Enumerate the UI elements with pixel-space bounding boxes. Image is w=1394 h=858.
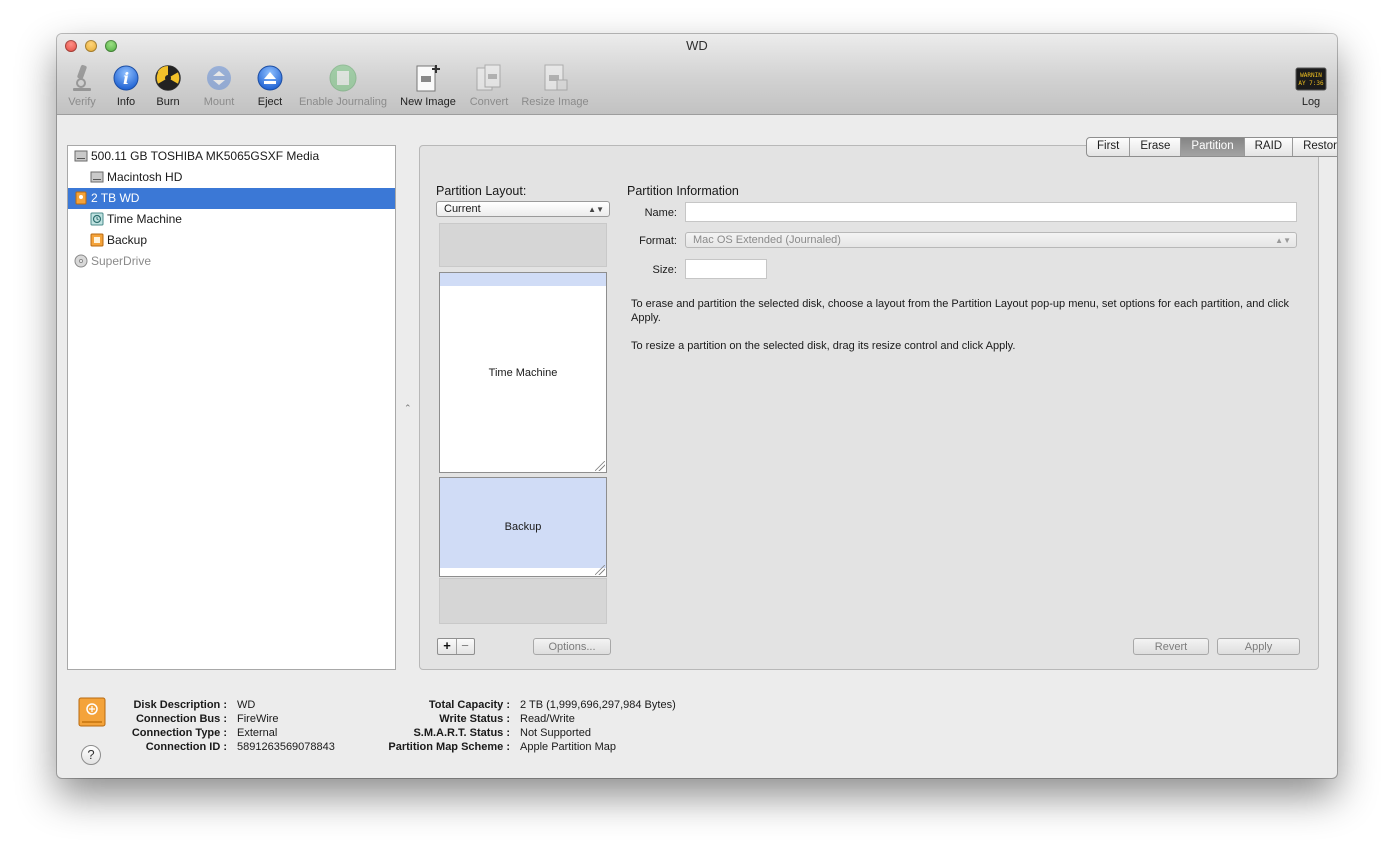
- main-area: 500.11 GB TOSHIBA MK5065GSXF Media Macin…: [57, 115, 1337, 778]
- detail-labels-left: Disk Description : Connection Bus : Conn…: [131, 699, 227, 753]
- external-disk-icon: [74, 191, 88, 205]
- time-machine-volume-icon: [90, 212, 104, 226]
- burn-icon: [152, 62, 184, 94]
- partition-time-machine[interactable]: Time Machine: [439, 272, 607, 473]
- external-disk-icon: [78, 697, 106, 727]
- disk-item-toshiba[interactable]: 500.11 GB TOSHIBA MK5065GSXF Media: [68, 146, 395, 167]
- tab-restore[interactable]: Restore: [1293, 138, 1337, 156]
- burn-button[interactable]: Burn: [152, 62, 184, 108]
- format-popup[interactable]: Mac OS Extended (Journaled) ▲▼: [685, 232, 1297, 248]
- partition-map-header-area: [439, 223, 607, 267]
- disk-utility-window: WD Verify i Info Burn Mount Eject Enable…: [57, 34, 1337, 778]
- volume-icon: [90, 170, 104, 184]
- new-image-button[interactable]: New Image: [400, 62, 456, 108]
- window-title: WD: [686, 38, 708, 53]
- partition-free-strip: [440, 568, 606, 576]
- convert-icon: [473, 62, 505, 94]
- apply-button[interactable]: Apply: [1217, 638, 1300, 655]
- convert-button[interactable]: Convert: [470, 62, 508, 108]
- svg-text:AY 7:36: AY 7:36: [1298, 80, 1324, 87]
- split-view-handle[interactable]: ⌃: [404, 403, 412, 414]
- resize-image-button[interactable]: Resize Image: [521, 62, 589, 108]
- popup-arrows-icon: ▲▼: [588, 205, 604, 214]
- titlebar-toolbar: WD Verify i Info Burn Mount Eject Enable…: [57, 34, 1337, 115]
- name-label: Name:: [644, 207, 677, 219]
- partition-selected-strip: [440, 273, 606, 286]
- external-volume-icon: [90, 233, 104, 247]
- enable-journaling-button[interactable]: Enable Journaling: [299, 62, 387, 108]
- svg-text:i: i: [123, 69, 129, 88]
- size-field[interactable]: [685, 259, 767, 279]
- partition-layout-label: Partition Layout:: [436, 184, 527, 198]
- revert-button[interactable]: Revert: [1133, 638, 1209, 655]
- optical-drive-icon: [74, 254, 88, 268]
- size-label: Size:: [652, 264, 677, 276]
- mount-icon: [203, 62, 235, 94]
- verify-button[interactable]: Verify: [66, 62, 98, 108]
- log-icon: WARNIN AY 7:36: [1295, 62, 1327, 94]
- connection-type-value: External: [237, 727, 278, 739]
- partition-help-text-2: To resize a partition on the selected di…: [631, 340, 1016, 352]
- total-capacity-value: 2 TB (1,999,696,297,984 Bytes): [520, 699, 676, 711]
- name-field[interactable]: [685, 202, 1297, 222]
- volume-item-time-machine[interactable]: Time Machine: [68, 209, 395, 230]
- resize-grip-icon[interactable]: [595, 461, 605, 471]
- tab-partition[interactable]: Partition: [1181, 138, 1245, 156]
- format-label: Format:: [639, 235, 677, 247]
- add-remove-partition-control: + −: [437, 638, 475, 655]
- volume-item-macintosh-hd[interactable]: Macintosh HD: [68, 167, 395, 188]
- svg-text:WARNIN: WARNIN: [1300, 72, 1322, 79]
- tab-raid[interactable]: RAID: [1245, 138, 1294, 156]
- connection-id-value: 5891263569078843: [237, 741, 335, 753]
- new-image-icon: [412, 62, 444, 94]
- add-partition-button[interactable]: +: [438, 639, 457, 654]
- mount-button[interactable]: Mount: [203, 62, 235, 108]
- partition-panel: First Aid Erase Partition RAID Restore P…: [419, 137, 1337, 670]
- partition-backup[interactable]: Backup: [439, 477, 607, 577]
- write-status-value: Read/Write: [520, 713, 575, 725]
- partition-layout-popup[interactable]: Current ▲▼: [436, 201, 610, 217]
- eject-icon: [254, 62, 286, 94]
- connection-bus-value: FireWire: [237, 713, 279, 725]
- smart-status-value: Not Supported: [520, 727, 591, 739]
- options-button[interactable]: Options...: [533, 638, 611, 655]
- help-button[interactable]: ?: [81, 745, 101, 765]
- info-icon: i: [110, 62, 142, 94]
- drive-item-superdrive[interactable]: SuperDrive: [68, 251, 395, 272]
- internal-disk-icon: [74, 149, 88, 163]
- tab-first-aid[interactable]: First Aid: [1087, 138, 1131, 156]
- detail-labels-right: Total Capacity : Write Status : S.M.A.R.…: [388, 699, 510, 753]
- eject-button[interactable]: Eject: [254, 62, 286, 108]
- disk-description-value: WD: [237, 699, 256, 711]
- partition-help-text-1: To erase and partition the selected disk…: [631, 298, 1289, 324]
- disk-details: ? Disk Description : Connection Bus : Co…: [57, 675, 1337, 778]
- disk-item-2tb-wd[interactable]: 2 TB WD: [68, 188, 395, 209]
- remove-partition-button[interactable]: −: [456, 639, 474, 654]
- volume-item-backup[interactable]: Backup: [68, 230, 395, 251]
- function-tabs: First Aid Erase Partition RAID Restore: [1086, 137, 1337, 157]
- partition-information-title: Partition Information: [627, 184, 739, 198]
- resize-image-icon: [539, 62, 571, 94]
- disk-list[interactable]: 500.11 GB TOSHIBA MK5065GSXF Media Macin…: [67, 145, 396, 670]
- partition-map-value: Apple Partition Map: [520, 741, 616, 753]
- popup-arrows-icon: ▲▼: [1275, 236, 1291, 245]
- journal-icon: [327, 62, 359, 94]
- microscope-icon: [66, 62, 98, 94]
- tab-erase[interactable]: Erase: [1130, 138, 1182, 156]
- partition-map-footer-area: [439, 578, 607, 624]
- log-button[interactable]: WARNIN AY 7:36 Log: [1295, 62, 1327, 108]
- info-button[interactable]: i Info: [110, 62, 142, 108]
- resize-grip-icon[interactable]: [595, 565, 605, 575]
